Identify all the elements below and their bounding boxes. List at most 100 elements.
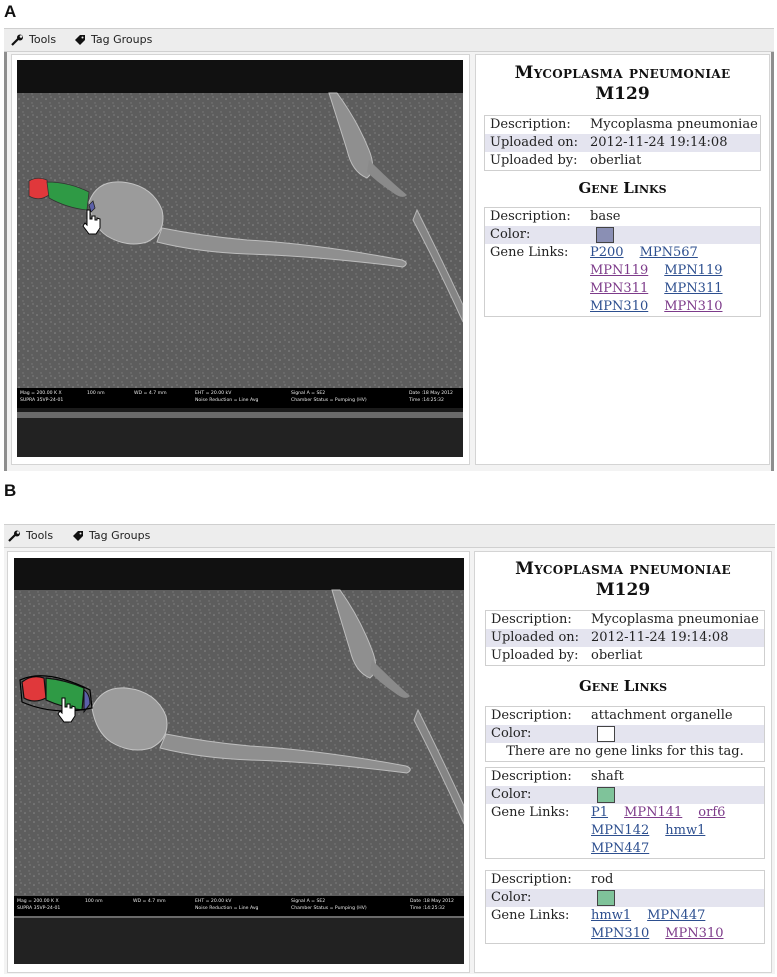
- date-text: Date :18 May 2012: [409, 391, 453, 396]
- tag-description-label: Description:: [491, 769, 572, 784]
- gene-link-mpn141[interactable]: MPN141: [624, 804, 682, 822]
- panel-label-b: B: [4, 481, 17, 500]
- gene-link-mpn142[interactable]: MPN142: [591, 822, 649, 840]
- scale-text: 100 nm: [87, 391, 105, 396]
- gene-link-mpn567[interactable]: MPN567: [640, 244, 698, 262]
- no-links-message: There are no gene links for this tag.: [506, 744, 744, 759]
- signal-text: Signal A = SE2: [291, 899, 326, 904]
- tag-block-attachment-organelle: Description: attachment organelle Color: …: [485, 706, 765, 762]
- tag-groups-label: Tag Groups: [89, 529, 151, 542]
- sem-info-bar: Mag = 200.00 K X 100 nm WD = 4.7 mm EHT …: [17, 388, 463, 408]
- gene-links-list: P1 MPN141 orf6 MPN142 hmw1 MPN447: [591, 804, 741, 858]
- gene-link-mpn310[interactable]: MPN310: [665, 925, 723, 943]
- app-window-b: Tools Tag Groups Mag = 200.00 K X 100 nm…: [4, 524, 775, 974]
- chamber-text: Chamber Status = Pumping (HV): [291, 398, 367, 403]
- gene-link-mpn311[interactable]: MPN311: [590, 280, 648, 298]
- gene-links-label: Gene Links:: [491, 908, 570, 923]
- gene-link-mpn119[interactable]: MPN119: [590, 262, 648, 280]
- tag-description-label: Description:: [491, 872, 572, 887]
- gene-link-hmw1[interactable]: hmw1: [591, 907, 631, 925]
- organism-name: Mycoplasma pneumoniae: [515, 559, 731, 579]
- tools-label: Tools: [26, 529, 54, 542]
- gene-link-p1[interactable]: P1: [591, 804, 608, 822]
- gene-link-mpn310[interactable]: MPN310: [591, 925, 649, 943]
- info-panel: Mycoplasma pneumoniae M129 Description: M…: [474, 551, 772, 973]
- scale-text: 100 nm: [85, 899, 103, 904]
- image-title: Mycoplasma pneumoniae M129: [476, 63, 769, 105]
- toolbar: Tools Tag Groups: [4, 28, 774, 52]
- app-window-a: Tools Tag Groups Mag = 200.00 K X 100 nm…: [4, 28, 774, 471]
- gene-link-hmw1[interactable]: hmw1: [665, 822, 705, 840]
- tag-description-value: attachment organelle: [591, 708, 733, 723]
- tag-block-rod: Description: rod Color: Gene Links: hmw1 …: [485, 870, 765, 944]
- supra-text: SUPRA 35VP-24-01: [20, 398, 64, 403]
- gene-link-orf6[interactable]: orf6: [698, 804, 725, 822]
- right-edge: [771, 28, 774, 471]
- tag-description-label: Description:: [490, 209, 571, 224]
- uploaded-by-label: Uploaded by:: [491, 648, 579, 663]
- uploaded-by-label: Uploaded by:: [490, 153, 578, 168]
- uploaded-on-label: Uploaded on:: [490, 135, 579, 150]
- info-panel: Mycoplasma pneumoniae M129 Description: M…: [475, 54, 770, 465]
- noise-text: Noise Reduction = Line Avg: [195, 906, 259, 911]
- metadata-table: Description: Mycoplasma pneumoniae Upload…: [484, 115, 761, 171]
- eht-text: EHT = 20.00 kV: [195, 391, 232, 396]
- metadata-table: Description: Mycoplasma pneumoniae Upload…: [485, 610, 765, 666]
- tag-color-swatch: [596, 226, 614, 243]
- image-title: Mycoplasma pneumoniae M129: [475, 559, 771, 601]
- eht-text: EHT = 20.00 kV: [195, 899, 232, 904]
- sem-image[interactable]: Mag = 200.00 K X 100 nm WD = 4.7 mm EHT …: [17, 60, 463, 457]
- tools-label: Tools: [29, 33, 57, 46]
- time-text: Time :14:25:32: [410, 906, 445, 911]
- gene-link-mpn310[interactable]: MPN310: [590, 298, 648, 316]
- image-viewer[interactable]: Mag = 200.00 K X 100 nm WD = 4.7 mm EHT …: [11, 54, 470, 465]
- tag-block: Description: base Color: Gene Links: P200…: [484, 207, 761, 317]
- gene-link-mpn310[interactable]: MPN310: [664, 298, 722, 316]
- toolbar: Tools Tag Groups: [4, 524, 775, 548]
- gene-links-title: Gene Links: [578, 179, 667, 197]
- supra-text: SUPRA 35VP-24-01: [17, 906, 61, 911]
- left-edge: [4, 28, 7, 471]
- mag-text: Mag = 200.00 K X: [17, 899, 59, 904]
- tag-groups-label: Tag Groups: [91, 33, 153, 46]
- tag-color-label: Color:: [491, 726, 532, 741]
- tag-icon: [72, 530, 84, 542]
- description-value: Mycoplasma pneumoniae: [590, 117, 758, 132]
- gene-links-list: hmw1 MPN447 MPN310 MPN310: [591, 907, 741, 943]
- tag-icon: [74, 34, 86, 46]
- sem-info-bar: Mag = 200.00 K X 100 nm WD = 4.7 mm EHT …: [14, 896, 464, 916]
- sem-image[interactable]: Mag = 200.00 K X 100 nm WD = 4.7 mm EHT …: [14, 558, 464, 964]
- tag-color-swatch: [597, 786, 615, 803]
- tools-menu[interactable]: Tools: [11, 33, 56, 46]
- tools-menu[interactable]: Tools: [8, 529, 53, 542]
- tag-color-label: Color:: [491, 787, 532, 802]
- uploaded-on-value: 2012-11-24 19:14:08: [590, 135, 728, 150]
- gene-link-mpn447[interactable]: MPN447: [647, 907, 705, 925]
- wrench-icon: [11, 34, 24, 46]
- organism-name: Mycoplasma pneumoniae: [514, 63, 731, 83]
- chamber-text: Chamber Status = Pumping (HV): [291, 906, 367, 911]
- tag-description-value: rod: [591, 872, 614, 887]
- gene-link-mpn119[interactable]: MPN119: [664, 262, 722, 280]
- tag-groups-menu[interactable]: Tag Groups: [74, 33, 152, 46]
- uploaded-on-value: 2012-11-24 19:14:08: [591, 630, 729, 645]
- wrench-icon: [8, 530, 21, 542]
- tag-groups-menu[interactable]: Tag Groups: [72, 529, 150, 542]
- image-viewer[interactable]: Mag = 200.00 K X 100 nm WD = 4.7 mm EHT …: [7, 551, 470, 973]
- gene-link-p200[interactable]: P200: [590, 244, 624, 262]
- gene-links-title: Gene Links: [578, 677, 668, 695]
- gene-link-mpn447[interactable]: MPN447: [591, 840, 649, 858]
- time-text: Time :14:25:32: [409, 398, 444, 403]
- strain-name: M129: [595, 580, 651, 600]
- description-label: Description:: [491, 612, 572, 627]
- wd-text: WD = 4.7 mm: [133, 899, 166, 904]
- tag-description-value: shaft: [591, 769, 624, 784]
- strain-name: M129: [595, 84, 650, 104]
- tag-color-label: Color:: [490, 227, 531, 242]
- mag-text: Mag = 200.00 K X: [20, 391, 62, 396]
- gene-link-mpn311[interactable]: MPN311: [664, 280, 722, 298]
- tag-description-label: Description:: [491, 708, 572, 723]
- date-text: Date :18 May 2012: [410, 899, 454, 904]
- noise-text: Noise Reduction = Line Avg: [195, 398, 259, 403]
- tag-block-shaft: Description: shaft Color: Gene Links: P1 …: [485, 767, 765, 859]
